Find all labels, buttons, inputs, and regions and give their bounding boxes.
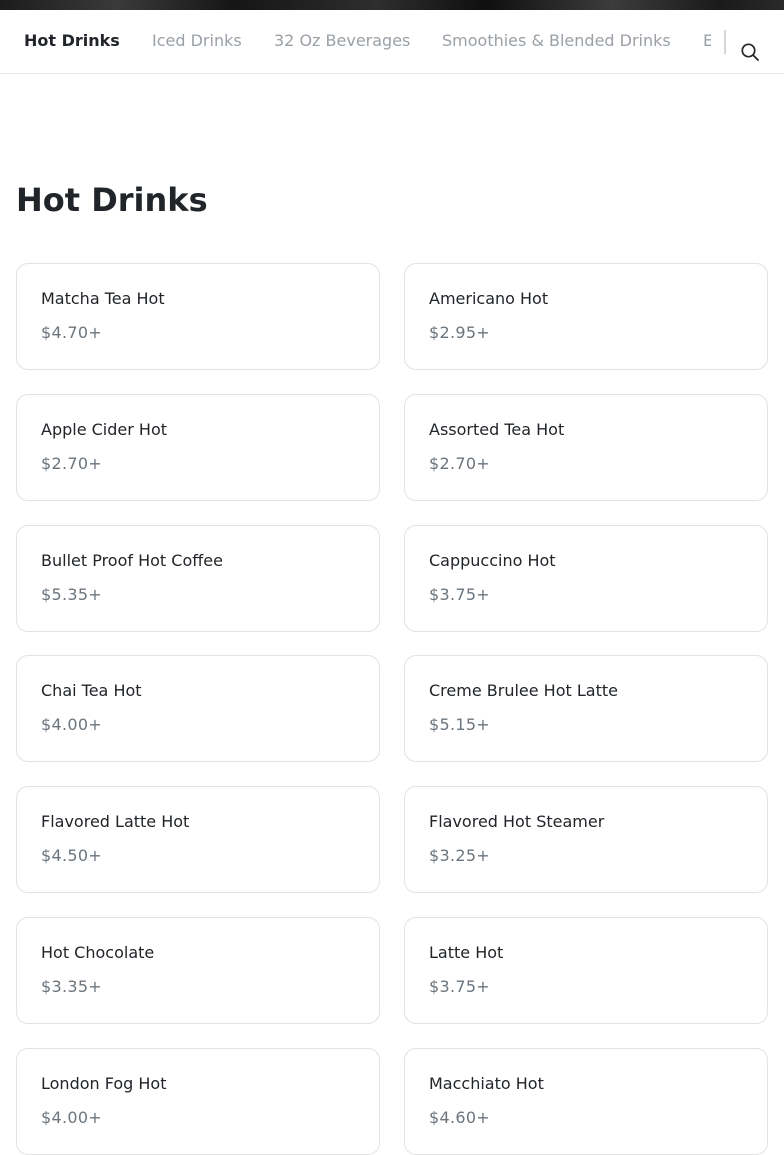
menu-item-price: $4.00+ xyxy=(41,1108,103,1127)
menu-item-card[interactable]: Assorted Tea Hot $2.70+ xyxy=(404,394,768,501)
nav-divider xyxy=(724,30,726,54)
menu-item-price: $4.70+ xyxy=(41,323,103,342)
menu-item-card[interactable]: Cappuccino Hot $3.75+ xyxy=(404,525,768,632)
tab-smoothies-blended-drinks[interactable]: Smoothies & Blended Drinks xyxy=(442,31,671,51)
menu-item-price: $2.70+ xyxy=(41,454,103,473)
menu-item-name: Flavored Hot Steamer xyxy=(429,812,605,831)
menu-item-name: Americano Hot xyxy=(429,289,549,308)
page-title: Hot Drinks xyxy=(16,181,208,219)
category-tabs: Hot Drinks Iced Drinks 32 Oz Beverages S… xyxy=(0,10,711,73)
menu-item-name: Latte Hot xyxy=(429,943,504,962)
menu-item-price: $2.70+ xyxy=(429,454,491,473)
menu-item-name: Apple Cider Hot xyxy=(41,420,168,439)
tab-32-oz-beverages[interactable]: 32 Oz Beverages xyxy=(274,31,410,51)
search-button[interactable] xyxy=(738,41,762,63)
tab-iced-drinks[interactable]: Iced Drinks xyxy=(152,31,242,51)
menu-item-name: Bullet Proof Hot Coffee xyxy=(41,551,223,570)
hero-image-strip xyxy=(0,0,784,10)
menu-item-card[interactable]: Hot Chocolate $3.35+ xyxy=(16,917,380,1024)
tab-hot-drinks[interactable]: Hot Drinks xyxy=(24,31,120,51)
menu-item-card[interactable]: Matcha Tea Hot $4.70+ xyxy=(16,263,380,370)
menu-item-name: Cappuccino Hot xyxy=(429,551,556,570)
menu-item-name: Macchiato Hot xyxy=(429,1074,544,1093)
menu-item-name: Flavored Latte Hot xyxy=(41,812,190,831)
menu-item-card[interactable]: Flavored Hot Steamer $3.25+ xyxy=(404,786,768,893)
category-nav: Hot Drinks Iced Drinks 32 Oz Beverages S… xyxy=(0,10,784,74)
menu-item-name: Matcha Tea Hot xyxy=(41,289,165,308)
menu-item-card[interactable]: Chai Tea Hot $4.00+ xyxy=(16,655,380,762)
menu-item-card[interactable]: Latte Hot $3.75+ xyxy=(404,917,768,1024)
menu-item-price: $5.35+ xyxy=(41,585,103,604)
menu-item-price: $2.95+ xyxy=(429,323,491,342)
menu-item-name: Chai Tea Hot xyxy=(41,681,142,700)
menu-item-card[interactable]: Macchiato Hot $4.60+ xyxy=(404,1048,768,1155)
menu-item-card[interactable]: Flavored Latte Hot $4.50+ xyxy=(16,786,380,893)
menu-item-card[interactable]: Bullet Proof Hot Coffee $5.35+ xyxy=(16,525,380,632)
menu-item-card[interactable]: Creme Brulee Hot Latte $5.15+ xyxy=(404,655,768,762)
menu-item-card[interactable]: Apple Cider Hot $2.70+ xyxy=(16,394,380,501)
menu-item-price: $3.75+ xyxy=(429,977,491,996)
menu-item-price: $3.25+ xyxy=(429,846,491,865)
menu-item-name: Hot Chocolate xyxy=(41,943,155,962)
tab-next-category[interactable]: E xyxy=(703,31,711,51)
menu-item-price: $4.00+ xyxy=(41,715,103,734)
menu-item-name: Assorted Tea Hot xyxy=(429,420,565,439)
menu-item-price: $4.50+ xyxy=(41,846,103,865)
search-icon xyxy=(741,43,759,61)
menu-item-name: Creme Brulee Hot Latte xyxy=(429,681,618,700)
menu-item-price: $4.60+ xyxy=(429,1108,491,1127)
menu-item-card[interactable]: Americano Hot $2.95+ xyxy=(404,263,768,370)
menu-item-name: London Fog Hot xyxy=(41,1074,167,1093)
menu-item-card[interactable]: London Fog Hot $4.00+ xyxy=(16,1048,380,1155)
menu-item-price: $5.15+ xyxy=(429,715,491,734)
menu-item-price: $3.35+ xyxy=(41,977,103,996)
menu-item-price: $3.75+ xyxy=(429,585,491,604)
